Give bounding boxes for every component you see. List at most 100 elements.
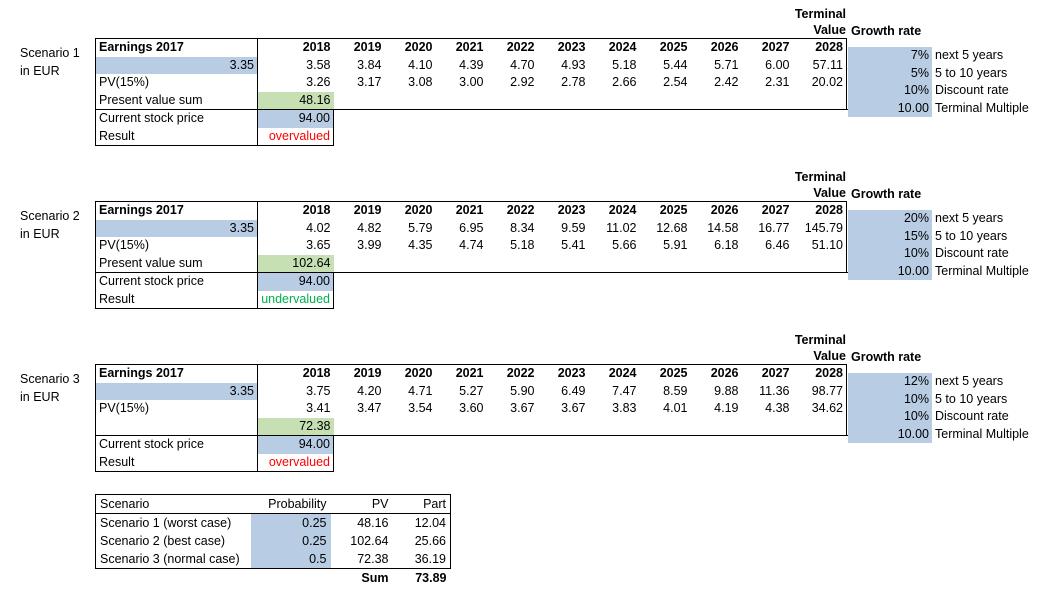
pv-cell: 3.83 <box>612 401 637 415</box>
terminal-multiple-input[interactable]: 10.00 <box>848 99 932 117</box>
assumption-label-5to10: 5 to 10 years <box>933 227 1053 245</box>
earnings-cell: 4.70 <box>510 57 535 72</box>
pv-cell: 5.66 <box>612 238 637 252</box>
earnings-row: 3.35 3.75 4.20 4.71 5.27 5.90 6.49 7.47 … <box>95 382 847 400</box>
discount-rate-input[interactable]: 10% <box>848 408 932 426</box>
summary-part-value: 36.19 <box>392 550 451 569</box>
stock-price-row: Current stock price 94.00 <box>95 436 334 454</box>
pv-cell: 6.46 <box>765 238 790 252</box>
year-header: 2021 <box>435 201 487 220</box>
terminal-header-line1: Terminal <box>794 7 846 21</box>
summary-sum-label: Sum <box>361 571 389 585</box>
growth-next5-input[interactable]: 20% <box>848 210 932 228</box>
pv-cell: 6.18 <box>714 238 739 252</box>
year-header: 2019 <box>333 201 385 220</box>
summary-scenario-label: Scenario 3 (normal case) <box>95 550 251 569</box>
pv-cell: 3.67 <box>561 401 586 415</box>
year-header: 2025 <box>639 38 691 57</box>
result-label: Result <box>95 453 258 472</box>
assumption-row: 7% <box>848 47 932 65</box>
earnings-cell: 8.34 <box>510 220 535 235</box>
terminal-header-line2: Value <box>813 186 846 200</box>
terminal-header-line2: Value <box>813 349 846 363</box>
earnings-cell: 7.47 <box>612 383 637 398</box>
earnings-title: Earnings 2017 <box>95 38 258 57</box>
earnings-2017-input[interactable]: 3.35 <box>95 56 258 74</box>
growth-5to10-input[interactable]: 15% <box>848 227 932 245</box>
summary-pv-value: 102.64 <box>350 534 389 548</box>
summary-probability-input[interactable]: 0.25 <box>250 532 331 550</box>
growth-next5-input[interactable]: 12% <box>848 373 932 391</box>
stock-price-row: Current stock price 94.00 <box>95 273 334 291</box>
terminal-value-header-3: Terminal Value <box>646 332 846 364</box>
year-header-terminal: 2028 <box>792 201 847 220</box>
terminal-multiple-input[interactable]: 10.00 <box>848 425 932 443</box>
summary-probability-input[interactable]: 0.5 <box>250 550 331 569</box>
stock-price-row: Current stock price 94.00 <box>95 110 334 128</box>
pv-sum-label <box>95 417 258 436</box>
growth-rate-header-1: Growth rate <box>851 24 922 38</box>
earnings-cell: 5.18 <box>612 57 637 72</box>
assumption-label-terminal-multiple: Terminal Multiple <box>933 262 1053 280</box>
assumption-label-5to10: 5 to 10 years <box>933 64 1053 82</box>
pv-row: PV(15%) 3.65 3.99 4.35 4.74 5.18 5.41 5.… <box>95 237 847 255</box>
pv-cell: 2.92 <box>510 75 535 89</box>
earnings-terminal-value: 98.77 <box>792 382 847 400</box>
pv-cell: 3.47 <box>357 401 382 415</box>
year-header: 2021 <box>435 364 487 383</box>
assumptions-labels-3: next 5 years 5 to 10 years Discount rate… <box>933 373 1053 443</box>
earnings-row: 3.35 3.58 3.84 4.10 4.39 4.70 4.93 5.18 … <box>95 56 847 74</box>
pv-cell: 5.91 <box>663 238 688 252</box>
currency-note: in EUR <box>20 226 60 241</box>
earnings-cell: 3.84 <box>357 57 382 72</box>
stock-price-input[interactable]: 94.00 <box>257 110 334 128</box>
result-value: undervalued <box>257 290 334 309</box>
terminal-header-line2: Value <box>813 23 846 37</box>
summary-scenario-label: Scenario 1 (worst case) <box>95 513 251 532</box>
assumption-label-next5: next 5 years <box>933 47 1053 65</box>
earnings-cell: 9.59 <box>561 220 586 235</box>
year-header: 2022 <box>486 38 538 57</box>
summary-probability-input[interactable]: 0.25 <box>250 513 331 532</box>
stock-price-input[interactable]: 94.00 <box>257 436 334 454</box>
growth-next5-input[interactable]: 7% <box>848 47 932 65</box>
stock-price-input[interactable]: 94.00 <box>257 273 334 291</box>
pv-cell: 4.74 <box>459 238 484 252</box>
earnings-2017-input[interactable]: 3.35 <box>95 382 258 400</box>
pv-cell: 4.35 <box>408 238 433 252</box>
pv-terminal-value: 34.62 <box>792 400 847 418</box>
year-header: 2018 <box>257 201 334 220</box>
summary-sum-row: Sum 73.89 <box>96 569 451 588</box>
growth-5to10-input[interactable]: 5% <box>848 64 932 82</box>
year-header: 2020 <box>384 38 436 57</box>
pv-cell: 5.18 <box>510 238 535 252</box>
header-row: Earnings 2017 2018 2019 2020 2021 2022 2… <box>95 201 847 220</box>
pv-row: PV(15%) 3.26 3.17 3.08 3.00 2.92 2.78 2.… <box>95 74 847 92</box>
stock-price-label: Current stock price <box>95 273 258 291</box>
summary-table: Scenario Probability PV Part Scenario 1 … <box>95 494 451 587</box>
earnings-cell: 4.93 <box>561 57 586 72</box>
year-header: 2022 <box>486 201 538 220</box>
pv-cell: 4.01 <box>663 401 688 415</box>
terminal-multiple-input[interactable]: 10.00 <box>848 262 932 280</box>
earnings-2017-input[interactable]: 3.35 <box>95 219 258 237</box>
earnings-title: Earnings 2017 <box>95 201 258 220</box>
year-header: 2025 <box>639 201 691 220</box>
pv-cell: 5.41 <box>561 238 586 252</box>
assumptions-panel-1: 7% 5% 10% 10.00 <box>848 47 932 117</box>
pv-sum-label: Present value sum <box>95 254 258 273</box>
scenario-grid-3: Earnings 2017 2018 2019 2020 2021 2022 2… <box>95 364 847 436</box>
year-header: 2024 <box>588 364 640 383</box>
earnings-cell: 5.90 <box>510 383 535 398</box>
growth-rate-header-3: Growth rate <box>851 350 922 364</box>
discount-rate-input[interactable]: 10% <box>848 245 932 263</box>
earnings-cell: 4.10 <box>408 57 433 72</box>
summary-row: Scenario 1 (worst case) 0.25 48.16 12.04 <box>95 513 451 532</box>
scenario-side-label-3: Scenario 3 in EUR <box>20 371 100 406</box>
growth-5to10-input[interactable]: 10% <box>848 390 932 408</box>
discount-rate-input[interactable]: 10% <box>848 82 932 100</box>
growth-rate-header-2: Growth rate <box>851 187 922 201</box>
year-header: 2021 <box>435 38 487 57</box>
assumptions-labels-2: next 5 years 5 to 10 years Discount rate… <box>933 210 1053 280</box>
assumption-row: 10% <box>848 82 932 100</box>
